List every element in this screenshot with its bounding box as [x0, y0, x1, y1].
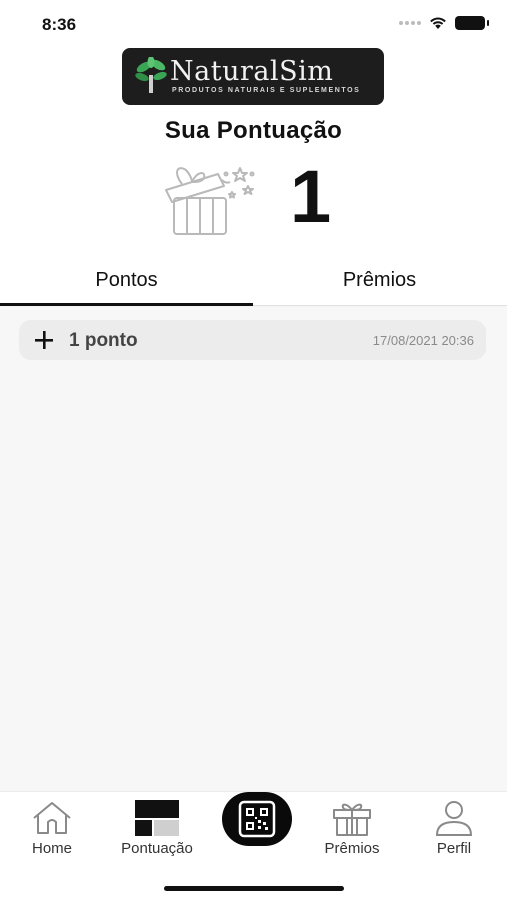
points-list[interactable]: 1 ponto 17/08/2021 20:36: [0, 307, 507, 791]
nav-premios-label: Prêmios: [324, 840, 380, 857]
nav-premios[interactable]: Prêmios: [304, 800, 400, 866]
leaf-icon: [135, 57, 167, 93]
point-label: 1 ponto: [69, 330, 138, 351]
point-date: 17/08/2021 20:36: [372, 333, 474, 348]
score-title: Sua Pontuação: [164, 117, 343, 144]
active-tab-indicator: [0, 303, 253, 306]
tab-premios[interactable]: Prêmios: [253, 260, 506, 306]
nav-pontuacao-label: Pontuação: [121, 840, 193, 857]
nav-perfil-label: Perfil: [436, 840, 472, 857]
signal-icon: [399, 21, 421, 25]
wifi-icon: [430, 17, 446, 29]
gift-nav-icon: [333, 803, 371, 836]
home-icon: [33, 802, 71, 834]
status-time: 8:36: [42, 15, 77, 34]
battery-icon: [455, 16, 489, 30]
score-value: 1: [290, 155, 332, 238]
tab-pontos[interactable]: Pontos: [0, 260, 253, 306]
qr-scan-button[interactable]: [222, 792, 292, 846]
status-bar: 8:36: [0, 0, 507, 48]
bottom-tab-bar: Home Pontuação Prêmios Perfil: [0, 791, 507, 900]
plus-icon: [35, 331, 53, 349]
pontuacao-icon: [135, 800, 179, 836]
list-item[interactable]: 1 ponto 17/08/2021 20:36: [19, 320, 486, 360]
home-indicator: [164, 886, 344, 891]
status-icons: [399, 16, 489, 30]
brand-name: NaturalSim: [170, 56, 334, 87]
gift-icon: [165, 167, 255, 235]
brand-logo: NaturalSim PRODUTOS NATURAIS E SUPLEMENT…: [122, 48, 384, 105]
nav-home[interactable]: Home: [4, 800, 100, 866]
qr-code-icon: [238, 800, 276, 838]
nav-perfil[interactable]: Perfil: [406, 800, 502, 866]
tabs: Pontos Prêmios: [0, 260, 507, 306]
brand-tagline: PRODUTOS NATURAIS E SUPLEMENTOS: [172, 87, 361, 94]
nav-home-label: Home: [31, 840, 72, 857]
nav-pontuacao[interactable]: Pontuação: [109, 800, 205, 866]
user-icon: [435, 801, 473, 836]
